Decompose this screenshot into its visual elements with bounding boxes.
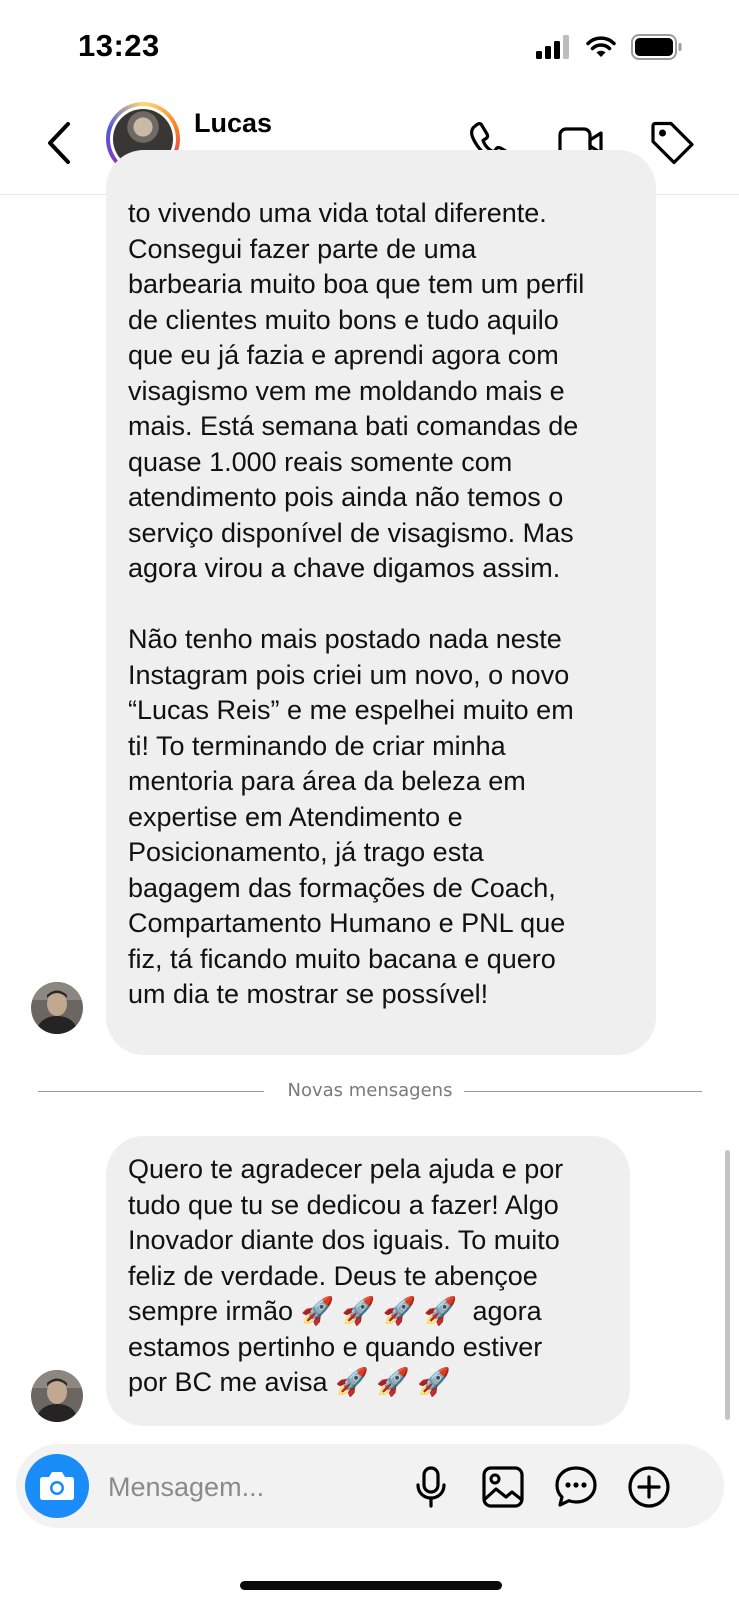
message-bubble[interactable]: Quero te agradecer pela ajuda e por tudo… [106,1136,630,1426]
sender-avatar[interactable] [31,1370,83,1422]
back-icon[interactable] [40,118,80,168]
instagram-dm-screen: 13:23 Lucas lucasreisbarbeiro [0,0,739,1600]
message-input[interactable] [106,1466,400,1508]
gallery-icon[interactable] [480,1464,526,1510]
microphone-icon[interactable] [408,1464,454,1510]
message-bubble[interactable]: to vivendo uma vida total diferente. Con… [106,150,656,1055]
home-indicator[interactable] [240,1581,502,1590]
camera-button[interactable] [25,1454,89,1518]
wifi-icon [586,36,616,57]
tag-icon[interactable] [647,118,697,168]
battery-icon [631,34,682,60]
new-messages-divider: Novas mensagens [38,1080,702,1104]
sticker-chat-icon[interactable] [553,1464,599,1510]
message-composer [16,1444,724,1528]
status-time: 13:23 [78,28,160,63]
contact-name[interactable]: Lucas [194,108,272,139]
status-icons [535,34,683,60]
cellular-signal-icon [536,35,569,59]
scrollbar[interactable] [725,1150,730,1420]
sender-avatar[interactable] [31,982,83,1034]
plus-icon[interactable] [626,1464,672,1510]
camera-icon [40,1472,74,1500]
